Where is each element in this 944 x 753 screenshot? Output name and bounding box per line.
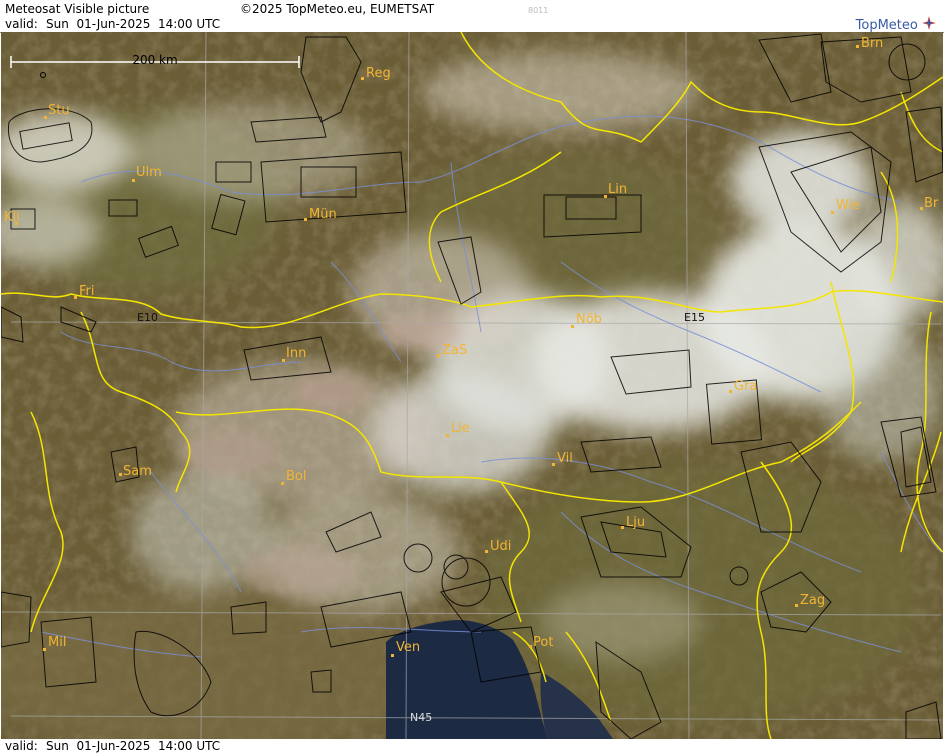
image-code: 8011 bbox=[528, 6, 549, 15]
grid-label-n45: N45 bbox=[410, 711, 432, 724]
grid-label-e15: E15 bbox=[684, 311, 705, 324]
city-marker bbox=[132, 179, 135, 182]
city-marker bbox=[304, 218, 307, 221]
footer-valid-time: Sun 01-Jun-2025 14:00 UTC bbox=[46, 739, 221, 753]
city-label: Wie bbox=[836, 198, 860, 213]
city-marker bbox=[529, 645, 532, 648]
city-label: Lju bbox=[626, 515, 645, 530]
city-marker bbox=[119, 473, 122, 476]
city-label: Gra bbox=[734, 379, 757, 394]
city-label: Kli bbox=[4, 210, 20, 225]
city-ulm: Ulm bbox=[132, 165, 162, 182]
city-label: Mil bbox=[48, 635, 66, 650]
city-gra: Gra bbox=[729, 379, 757, 394]
city-label: Br bbox=[924, 196, 939, 211]
city-marker bbox=[281, 482, 284, 485]
city-marker bbox=[729, 390, 732, 393]
city-inn: Inn bbox=[282, 346, 306, 362]
city-label: Lin bbox=[608, 182, 627, 197]
city-marker bbox=[446, 434, 449, 437]
map-frame: Meteosat Visible picture ©2025 TopMeteo.… bbox=[0, 0, 944, 753]
city-label: Bol bbox=[286, 469, 306, 484]
city-reg: Reg bbox=[361, 66, 391, 81]
satellite-map[interactable]: 200 km E10 E15 N45 Reg Brn Stu Ulm Mün L… bbox=[1, 32, 943, 739]
city-label: Zag bbox=[800, 593, 825, 608]
city-lin: Lin bbox=[604, 182, 627, 198]
city-zas: ZaS bbox=[437, 343, 467, 358]
city-marker bbox=[831, 211, 834, 214]
city-label: Udi bbox=[490, 539, 511, 554]
city-brn: Brn bbox=[856, 36, 883, 51]
valid-time: Sun 01-Jun-2025 14:00 UTC bbox=[46, 17, 221, 31]
header-bar: Meteosat Visible picture ©2025 TopMeteo.… bbox=[0, 0, 944, 33]
grid-label-e10: E10 bbox=[137, 311, 158, 324]
city-label: Inn bbox=[286, 346, 306, 361]
city-marker bbox=[920, 207, 923, 210]
map-title: Meteosat Visible picture bbox=[5, 2, 150, 16]
city-stu: Stu bbox=[44, 103, 70, 119]
city-ven: Ven bbox=[391, 640, 420, 657]
city-marker bbox=[621, 526, 624, 529]
city-wie: Wie bbox=[831, 198, 860, 214]
city-label: Fri bbox=[79, 284, 95, 299]
city-label: ZaS bbox=[442, 343, 467, 358]
city-marker bbox=[74, 296, 77, 299]
city-marker bbox=[437, 354, 440, 357]
city-marker bbox=[552, 463, 555, 466]
topmeteo-logo[interactable]: TopMeteo bbox=[856, 16, 936, 33]
city-marker bbox=[571, 325, 574, 328]
city-pot: Pot bbox=[529, 635, 553, 650]
city-marker bbox=[361, 77, 364, 80]
city-marker bbox=[391, 654, 394, 657]
city-label: Sam bbox=[123, 464, 152, 479]
city-marker bbox=[856, 45, 859, 48]
city-marker bbox=[795, 604, 798, 607]
footer-bar: valid: Sun 01-Jun-2025 14:00 UTC bbox=[0, 739, 944, 753]
city-label: Ulm bbox=[136, 165, 162, 180]
city-label: Mün bbox=[309, 207, 337, 222]
copyright-text: ©2025 TopMeteo.eu, EUMETSAT bbox=[240, 2, 435, 16]
city-marker bbox=[44, 116, 47, 119]
city-marker bbox=[485, 550, 488, 553]
city-zag: Zag bbox=[795, 593, 825, 608]
city-label: Vil bbox=[557, 451, 573, 466]
city-label: Ven bbox=[396, 640, 420, 655]
city-nob: Nöb bbox=[571, 312, 602, 328]
city-kli: Kli bbox=[4, 210, 20, 225]
logo-text: TopMeteo bbox=[855, 18, 918, 33]
city-label: Reg bbox=[366, 66, 391, 81]
city-sam: Sam bbox=[119, 464, 152, 479]
city-label: Stu bbox=[48, 103, 70, 118]
city-marker bbox=[282, 359, 285, 362]
footer-valid-label: valid: bbox=[5, 739, 38, 753]
city-label: Brn bbox=[861, 36, 883, 51]
city-marker bbox=[604, 195, 607, 198]
city-mun: Mün bbox=[304, 207, 337, 222]
city-label: Nöb bbox=[576, 312, 602, 327]
logo-star-icon bbox=[922, 16, 936, 30]
valid-label: valid: bbox=[5, 17, 38, 31]
city-label: Lie bbox=[451, 421, 470, 436]
city-marker bbox=[43, 648, 46, 651]
city-label: Pot bbox=[533, 635, 553, 650]
scale-label: 200 km bbox=[132, 53, 177, 67]
satellite-image: 200 km E10 E15 N45 Reg Brn Stu Ulm Mün L… bbox=[1, 32, 943, 739]
